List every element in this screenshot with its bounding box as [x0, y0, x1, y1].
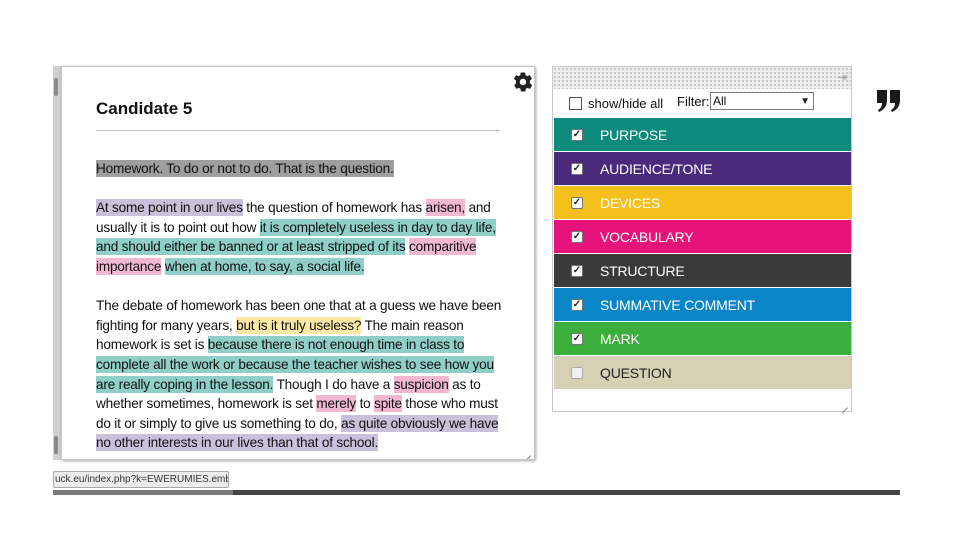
show-hide-all-label: show/hide all — [588, 96, 664, 111]
edge-grip — [54, 436, 58, 454]
category-mark[interactable]: ✓ MARK — [554, 322, 851, 355]
highlight-vocab[interactable]: arisen, — [425, 199, 465, 217]
category-checkbox[interactable]: ✓ — [571, 264, 583, 277]
category-structure[interactable]: ✓ STRUCTURE — [554, 254, 851, 287]
highlight-purpose[interactable]: Homework. To do or not to do. That is th… — [96, 160, 394, 177]
highlight-summative[interactable]: when at home, to say, a social life. — [164, 257, 365, 275]
category-checkbox[interactable]: ✓ — [571, 230, 583, 243]
document-frame: Candidate 5 Homework. To do or not to do… — [53, 66, 535, 460]
category-label: PURPOSE — [600, 126, 668, 143]
title-divider — [96, 130, 500, 131]
category-label: DEVICES — [600, 194, 661, 211]
taskbar-strip — [53, 490, 900, 495]
show-hide-all-toggle[interactable]: show/hide all — [569, 96, 663, 111]
gear-icon[interactable] — [512, 71, 534, 93]
category-label: QUESTION — [600, 364, 672, 381]
category-vocabulary[interactable]: ✓ VOCABULARY — [554, 220, 851, 253]
category-checkbox[interactable] — [571, 366, 583, 379]
category-label: VOCABULARY — [600, 228, 694, 245]
document-title: Candidate 5 — [96, 99, 193, 118]
category-summative-comment[interactable]: ✓ SUMMATIVE COMMENT — [554, 288, 851, 321]
filter-panel: ⇥ show/hide all Filter: All ▼ ✓ PURPOSE ✓ A… — [552, 66, 852, 412]
category-label: AUDIENCE/TONE — [600, 160, 713, 177]
filter-selected-value: All — [713, 94, 727, 108]
category-checkbox[interactable]: ✓ — [571, 332, 583, 345]
highlight-vocab[interactable]: suspicion — [393, 375, 449, 393]
document-paragraph: At some point in our lives the question … — [96, 198, 506, 276]
resize-handle[interactable] — [523, 448, 531, 456]
chevron-down-icon: ▼ — [800, 96, 810, 107]
collapse-arrow-icon[interactable]: ⇥ — [837, 70, 847, 84]
category-question[interactable]: QUESTION — [554, 356, 851, 389]
document-paragraph: Homework. To do or not to do. That is th… — [96, 159, 506, 179]
category-label: STRUCTURE — [600, 262, 685, 279]
category-checkbox[interactable]: ✓ — [571, 298, 583, 311]
resize-handle[interactable] — [840, 400, 848, 408]
quote-icon[interactable] — [875, 86, 903, 116]
highlight-audience[interactable]: At some point in our lives — [96, 199, 243, 217]
text-span: to — [356, 396, 375, 412]
document-body: Homework. To do or not to do. That is th… — [96, 159, 506, 459]
category-label: MARK — [600, 330, 640, 347]
filter-label: Filter: — [677, 94, 710, 109]
document-panel: Candidate 5 Homework. To do or not to do… — [61, 66, 535, 460]
text-span: the question of homework has — [242, 200, 426, 216]
category-label: SUMMATIVE COMMENT — [600, 296, 756, 313]
document-paragraph: The debate of homework has been one that… — [96, 296, 506, 453]
category-checkbox[interactable]: ✓ — [571, 162, 583, 175]
panel-drag-strip[interactable]: ⇥ — [553, 67, 851, 89]
category-checkbox[interactable]: ✓ — [571, 196, 583, 209]
category-purpose[interactable]: ✓ PURPOSE — [554, 118, 851, 151]
category-devices[interactable]: ✓ DEVICES — [554, 186, 851, 219]
category-checkbox[interactable]: ✓ — [571, 128, 583, 141]
document-scroll-edge — [53, 66, 61, 460]
filter-controls: show/hide all Filter: All ▼ — [553, 89, 851, 117]
filter-select[interactable]: All ▼ — [710, 92, 814, 110]
highlight-vocab[interactable]: merely — [316, 395, 356, 413]
edge-grip — [54, 78, 58, 96]
text-span: Though I do have a — [273, 376, 394, 392]
highlight-vocab[interactable]: spite — [374, 395, 402, 413]
status-url: uck.eu/index.php?k=EWERUMIES.embed=1# — [53, 471, 229, 488]
show-hide-all-checkbox[interactable] — [569, 97, 582, 110]
category-audience-tone[interactable]: ✓ AUDIENCE/TONE — [554, 152, 851, 185]
highlight-devices[interactable]: but is it truly useless? — [236, 316, 361, 334]
